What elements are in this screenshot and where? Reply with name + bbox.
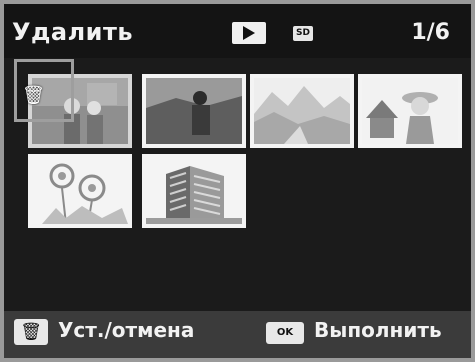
header-bar: Удалить SD 1/6: [4, 4, 471, 58]
thumbnail-4[interactable]: [358, 74, 462, 148]
camera-screen: Удалить SD 1/6 🗑 🗑 Уст./отмена OK Выполн…: [4, 4, 471, 358]
thumbnail-6-image: [146, 158, 242, 224]
thumbnail-6[interactable]: [142, 154, 246, 228]
thumbnail-4-image: [362, 78, 458, 144]
ok-button[interactable]: OK: [266, 322, 304, 344]
screen-title: Удалить: [12, 18, 134, 46]
image-counter: 1/6: [411, 20, 450, 45]
thumbnail-2-image: [146, 78, 242, 144]
toggle-selection-label: Уст./отмена: [58, 318, 195, 342]
sd-card-icon: SD: [293, 26, 313, 41]
thumbnail-3[interactable]: [250, 74, 354, 148]
play-icon: [232, 22, 266, 44]
thumbnail-3-image: [254, 78, 350, 144]
execute-label: Выполнить: [314, 318, 442, 342]
thumbnail-5[interactable]: [28, 154, 132, 228]
trash-icon: 🗑: [22, 85, 45, 106]
thumbnail-2[interactable]: [142, 74, 246, 148]
trash-icon[interactable]: 🗑: [14, 319, 48, 345]
thumbnail-5-image: [32, 158, 128, 224]
